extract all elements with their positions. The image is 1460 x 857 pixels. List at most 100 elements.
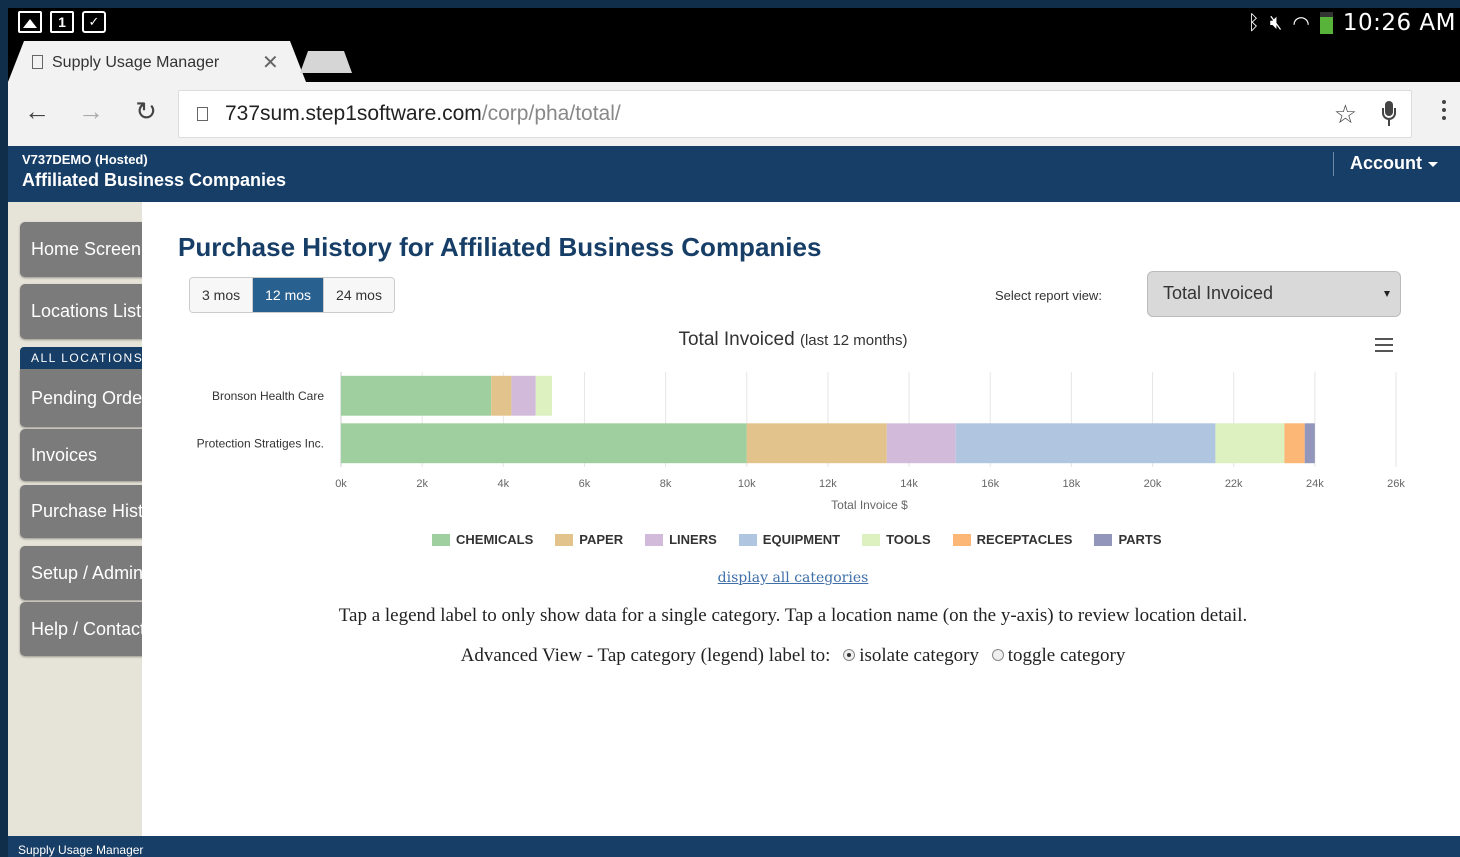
main-content: Purchase History for Affiliated Business… [142,202,1460,836]
account-menu[interactable]: Account [1350,153,1438,174]
header-divider [1333,152,1334,176]
x-tick-label: 6k [579,478,591,490]
tab-strip: Supply Usage Manager ✕ [8,38,1460,82]
toggle-category-label[interactable]: toggle category [1008,645,1126,666]
sidebar-item-setup[interactable]: Setup / Admin [20,546,142,600]
status-clock: 10:26 AM [1342,10,1456,36]
calendar-icon: 1 [50,11,74,33]
legend-item[interactable]: LINERS [645,532,717,547]
legend-label[interactable]: PAPER [579,532,623,547]
x-tick-label: 12k [819,478,837,490]
sidebar-item-home[interactable]: Home Screen [20,222,142,277]
legend-item[interactable]: PAPER [555,532,623,547]
bar-segment[interactable] [746,423,887,464]
chart-legend: CHEMICALS PAPER LINERS EQUIPMENT TOOLS RECEPT… [432,532,1162,547]
sidebar-item-locations[interactable]: Locations List [20,284,142,339]
bar-segment[interactable] [491,375,512,416]
legend-label[interactable]: CHEMICALS [456,532,533,547]
x-tick-label: 8k [660,478,672,490]
legend-label[interactable]: EQUIPMENT [763,532,840,547]
microphone-icon[interactable] [1381,101,1397,127]
legend-label[interactable]: LINERS [669,532,717,547]
legend-label[interactable]: PARTS [1118,532,1161,547]
sidebar-item-help[interactable]: Help / Contact [20,602,142,656]
bar-segment[interactable] [1215,423,1285,464]
stacked-bar-chart: 0k 2k 4k 6k 8k 10k 12k 14k 16k 18k 20k 22k 24k 26k Bro… [197,372,1405,512]
x-tick-label: 16k [981,478,999,490]
category-label[interactable]: Bronson Health Care [212,389,324,403]
legend-swatch [432,533,450,546]
app-header: V737DEMO (Hosted) Affiliated Business Co… [8,146,1460,202]
close-tab-icon[interactable]: ✕ [262,50,279,75]
company-name: Affiliated Business Companies [22,170,287,190]
reload-icon[interactable]: ↻ [129,96,163,127]
bookmark-star-icon[interactable]: ☆ [1334,99,1357,130]
legend-item[interactable]: TOOLS [862,532,931,547]
picture-icon [18,11,42,33]
display-all-categories-link[interactable]: display all categories [142,570,1444,586]
page-icon [197,107,208,121]
sidebar: Home Screen Locations List ALL LOCATIONS… [8,202,142,836]
browser-toolbar: ← → ↻ 737sum.step1software.com/corp/pha/… [8,82,1460,146]
x-tick-label: 14k [900,478,918,490]
forward-arrow-icon[interactable]: → [74,96,108,127]
sidebar-item-invoices[interactable]: Invoices [20,429,142,481]
legend-swatch [952,533,971,546]
sidebar-item-pending-orders[interactable]: Pending Orders [20,369,142,427]
x-tick-label: 0k [335,478,347,490]
sidebar-section-label: ALL LOCATIONS [20,347,142,369]
x-tick-label: 4k [497,478,509,490]
bluetooth-icon: ᛒ [1247,11,1260,34]
legend-label[interactable]: RECEPTACLES [977,532,1073,547]
category-label[interactable]: Protection Stratiges Inc. [197,436,324,450]
x-tick-label: 20k [1144,478,1162,490]
x-tick-label: 18k [1063,478,1081,490]
x-tick-label: 10k [738,478,756,490]
footer: Supply Usage Manager [8,836,1460,857]
url-text[interactable]: 737sum.step1software.com/corp/pha/total/ [225,102,621,126]
bar-segment[interactable] [886,423,956,464]
legend-swatch [645,533,664,546]
clipboard-check-icon: ✓ [82,11,106,33]
caret-down-icon [1428,161,1438,167]
status-bar: 1 ✓ ᛒ 🔇︎ ◠ 10:26 AM [8,8,1460,38]
tab-title: Supply Usage Manager [52,54,220,71]
isolate-category-radio[interactable] [843,649,856,662]
isolate-category-label[interactable]: isolate category [859,645,979,666]
advanced-view-options: Advanced View - Tap category (legend) la… [142,645,1444,667]
wifi-icon: ◠ [1292,12,1310,35]
legend-swatch [1094,533,1113,546]
tenant-name: V737DEMO (Hosted) [22,152,148,167]
sidebar-item-purchase-history[interactable]: Purchase History [20,485,142,538]
toggle-category-radio[interactable] [991,649,1004,662]
legend-item[interactable]: PARTS [1094,532,1162,547]
legend-swatch [738,533,757,546]
bar-segment[interactable] [341,423,747,464]
page-icon [32,55,43,69]
browser-menu-icon[interactable] [1442,100,1446,128]
x-tick-label: 2k [416,478,428,490]
x-tick-label: 24k [1306,478,1324,490]
legend-label[interactable]: TOOLS [886,532,931,547]
x-tick-label: 26k [1387,478,1405,490]
bar-segment[interactable] [341,375,492,416]
bar-segment[interactable] [511,375,536,416]
legend-swatch [555,533,574,546]
battery-icon [1319,12,1333,34]
bar-segment[interactable] [535,375,552,416]
legend-item[interactable]: EQUIPMENT [738,532,840,547]
bar-segment[interactable] [1284,423,1305,464]
bar-segment[interactable] [1304,423,1315,464]
new-tab-button[interactable] [300,51,352,73]
legend-item[interactable]: RECEPTACLES [952,532,1073,547]
help-text: Tap a legend label to only show data for… [338,605,1248,626]
x-tick-label: 22k [1225,478,1243,490]
advanced-view-label: Advanced View - Tap category (legend) la… [460,645,831,666]
browser-tab[interactable]: Supply Usage Manager ✕ [8,41,306,82]
legend-swatch [862,533,881,546]
legend-item[interactable]: CHEMICALS [432,532,533,547]
address-bar[interactable]: 737sum.step1software.com/corp/pha/total/… [178,90,1412,138]
bar-segment[interactable] [955,423,1216,464]
back-arrow-icon[interactable]: ← [20,96,54,127]
x-axis-title: Total Invoice $ [831,498,908,512]
